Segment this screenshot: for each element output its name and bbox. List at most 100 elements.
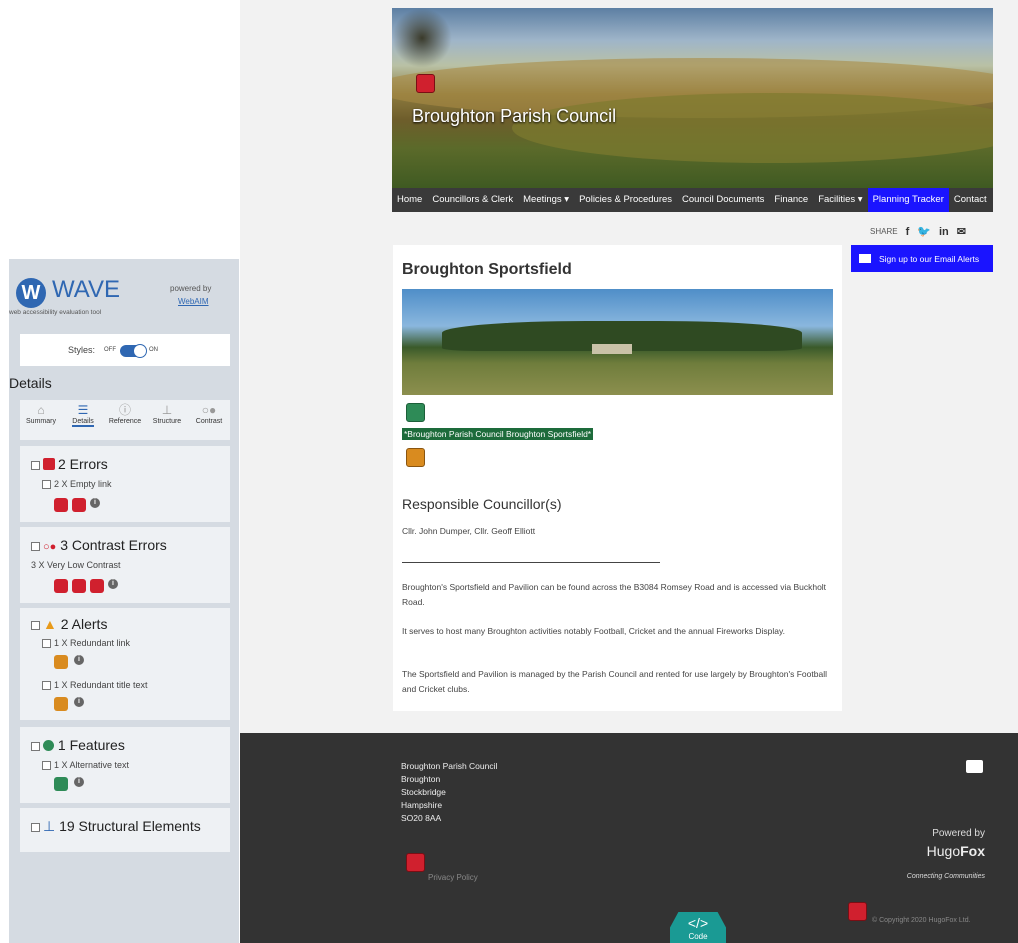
alerts-title-row: ▲ 2 Alerts: [31, 616, 107, 632]
styles-on-label: ON: [149, 347, 158, 353]
structure-title-row: ⊥ 19 Structural Elements: [31, 818, 201, 835]
error-icon: [43, 458, 55, 470]
info-icon[interactable]: i: [108, 579, 118, 589]
alerts-title: 2 Alerts: [60, 616, 108, 632]
councillors-names: Cllr. John Dumper, Cllr. Geoff Elliott: [402, 526, 536, 536]
contrast-sub: 3 X Very Low Contrast: [31, 560, 121, 570]
contrast-title-row: ○● 3 Contrast Errors: [31, 537, 167, 553]
contrast-icon: ○●: [43, 541, 57, 553]
address-line: Stockbridge: [401, 787, 446, 797]
webaim-link[interactable]: WebAIM: [178, 297, 209, 306]
tab-label: Reference: [108, 418, 142, 425]
privacy-policy-link[interactable]: Privacy Policy: [428, 873, 478, 882]
address-line: Broughton Parish Council: [401, 761, 498, 771]
structure-icon: ⊥: [161, 403, 173, 417]
home-icon: ⌂: [37, 403, 45, 417]
contrast-title: 3 Contrast Errors: [60, 537, 167, 553]
info-icon[interactable]: i: [74, 655, 84, 665]
address-line: SO20 8AA: [401, 813, 442, 823]
tab-reference[interactable]: ⓘ Reference: [104, 402, 146, 425]
features-title: 1 Features: [57, 737, 125, 753]
wave-error-icon[interactable]: [406, 853, 425, 872]
hugofox-logo[interactable]: HugoFox: [880, 843, 985, 859]
empty-link-checkbox[interactable]: [42, 480, 51, 490]
footer-address: Broughton Parish Council Broughton Stock…: [401, 760, 497, 825]
site-title[interactable]: Broughton Parish Council: [412, 106, 616, 127]
contrast-icon: ○●: [201, 403, 217, 417]
features-section: 1 Features 1 X Alternative text i: [20, 727, 230, 803]
contrast-checkbox[interactable]: [31, 541, 40, 551]
empty-link-icon[interactable]: [54, 498, 68, 512]
empty-link-row: 2 X Empty link: [42, 479, 112, 490]
footer-mail-icon[interactable]: [966, 760, 983, 773]
info-icon[interactable]: i: [74, 697, 84, 707]
wave-redundant-title-icon[interactable]: [406, 448, 425, 467]
sportsfield-image: [402, 289, 833, 395]
tab-structure[interactable]: ⊥ Structure: [146, 402, 188, 425]
page-title: Broughton Sportsfield: [402, 261, 572, 278]
hugofox-logo-bold: Fox: [960, 843, 985, 859]
email-alerts-button[interactable]: Sign up to our Email Alerts: [851, 245, 993, 272]
check-circle-icon: [43, 740, 54, 751]
twitter-icon[interactable]: 🐦: [917, 225, 931, 238]
divider: [402, 562, 660, 563]
share-bar: SHARE f 🐦 in ✉: [870, 225, 966, 239]
nav-policies[interactable]: Policies & Procedures: [574, 188, 677, 212]
paragraph-management: The Sportsfield and Pavilion is managed …: [402, 669, 827, 694]
nav-planning-tracker[interactable]: Planning Tracker: [867, 188, 949, 212]
nav-facilities[interactable]: Facilities ▾: [813, 188, 867, 212]
wave-error-icon[interactable]: [416, 74, 435, 93]
alt-text-checkbox[interactable]: [42, 761, 51, 771]
tab-label: Contrast: [195, 418, 223, 425]
structure-checkbox[interactable]: [31, 822, 40, 832]
tab-label: Summary: [26, 418, 56, 425]
wave-alt-text-icon[interactable]: [406, 403, 425, 422]
errors-checkbox[interactable]: [31, 460, 40, 470]
tab-label: Structure: [152, 418, 182, 425]
envelope-icon: [859, 254, 871, 263]
nav-councillors[interactable]: Councillors & Clerk: [427, 188, 518, 212]
contrast-error-icon[interactable]: [90, 579, 104, 593]
alt-text-label: *Broughton Parish Council Broughton Spor…: [402, 428, 594, 440]
redundant-link-checkbox[interactable]: [42, 639, 51, 649]
features-checkbox[interactable]: [31, 741, 40, 751]
tab-details[interactable]: ☰ Details: [62, 402, 104, 427]
features-title-row: 1 Features: [31, 737, 125, 753]
contrast-error-icon[interactable]: [54, 579, 68, 593]
warning-icon: ▲: [43, 616, 57, 632]
facebook-icon[interactable]: f: [906, 226, 910, 238]
tab-contrast[interactable]: ○● Contrast: [188, 402, 230, 425]
redundant-title-icon[interactable]: [54, 697, 68, 711]
wave-contrast-error-icon[interactable]: [848, 902, 867, 921]
details-heading: Details: [9, 375, 52, 391]
nav-contact[interactable]: Contact: [949, 188, 992, 212]
alerts-checkbox[interactable]: [31, 620, 40, 630]
styles-toggle-knob[interactable]: [134, 345, 146, 357]
wave-logo-icon: W: [16, 278, 46, 308]
info-icon: ⓘ: [118, 403, 131, 417]
tagline: Connecting Communities: [906, 873, 985, 880]
nav-council-documents[interactable]: Council Documents: [677, 188, 769, 212]
nav-finance[interactable]: Finance: [769, 188, 813, 212]
wave-logo-text: WAVE: [52, 276, 121, 303]
address-line: Hampshire: [401, 800, 443, 810]
nav-home[interactable]: Home: [392, 188, 427, 212]
redundant-title-checkbox[interactable]: [42, 681, 51, 691]
structure-icon: ⊥: [43, 818, 56, 834]
redundant-link-icon[interactable]: [54, 655, 68, 669]
nav-meetings[interactable]: Meetings ▾: [518, 188, 574, 212]
paragraph-location: Broughton's Sportsfield and Pavilion can…: [402, 582, 827, 607]
contrast-section: ○● 3 Contrast Errors 3 X Very Low Contra…: [20, 527, 230, 603]
linkedin-icon[interactable]: in: [939, 226, 949, 238]
tab-label: Details: [72, 418, 94, 427]
contrast-error-icon[interactable]: [72, 579, 86, 593]
empty-link-icon[interactable]: [72, 498, 86, 512]
info-icon[interactable]: i: [74, 777, 84, 787]
info-icon[interactable]: i: [90, 498, 100, 508]
tab-summary[interactable]: ⌂ Summary: [20, 402, 62, 425]
redundant-link-label: 1 X Redundant link: [54, 638, 131, 648]
hugofox-logo-light: Hugo: [926, 843, 961, 859]
code-button[interactable]: </> Code: [670, 912, 726, 943]
mail-icon[interactable]: ✉: [957, 225, 966, 238]
alt-text-feature-icon[interactable]: [54, 777, 68, 791]
